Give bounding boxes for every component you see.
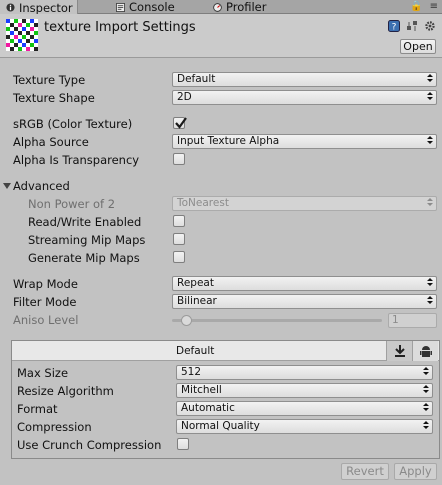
- compression-value: Normal Quality: [181, 420, 260, 432]
- platform-tab-standalone[interactable]: [386, 341, 412, 361]
- android-icon: [420, 346, 432, 357]
- wrap-mode-label: Wrap Mode: [13, 277, 78, 291]
- texture-shape-dropdown[interactable]: 2D: [172, 90, 437, 105]
- alpha-source-value: Input Texture Alpha: [177, 135, 280, 147]
- info-icon: [6, 3, 15, 12]
- aniso-level-slider-thumb: [181, 315, 192, 326]
- format-value: Automatic: [181, 402, 235, 414]
- texture-shape-value: 2D: [177, 91, 192, 103]
- texture-type-label: Texture Type: [13, 73, 86, 87]
- apply-button[interactable]: Apply: [394, 463, 437, 480]
- wrap-mode-dropdown[interactable]: Repeat: [172, 276, 437, 291]
- platform-tab-android[interactable]: [412, 341, 438, 361]
- use-crunch-label: Use Crunch Compression: [17, 438, 162, 452]
- generate-mip-label: Generate Mip Maps: [28, 251, 140, 265]
- aniso-level-label: Aniso Level: [13, 313, 79, 327]
- filter-mode-value: Bilinear: [177, 295, 217, 307]
- non-power-of-2-dropdown: ToNearest: [172, 196, 437, 211]
- dropdown-arrow-icon: [427, 277, 433, 291]
- dropdown-arrow-icon: [427, 295, 433, 309]
- generate-mip-checkbox[interactable]: [173, 251, 185, 263]
- wrap-mode-value: Repeat: [177, 277, 214, 289]
- alpha-source-dropdown[interactable]: Input Texture Alpha: [172, 134, 437, 149]
- platform-tab-default[interactable]: Default: [176, 345, 214, 357]
- max-size-label: Max Size: [17, 366, 69, 380]
- svg-text:?: ?: [392, 23, 397, 33]
- dropdown-arrow-icon: [423, 402, 429, 416]
- advanced-foldout-label[interactable]: Advanced: [13, 179, 70, 193]
- open-button[interactable]: Open: [400, 39, 436, 54]
- help-icon[interactable]: ?: [388, 20, 400, 32]
- check-mark-icon: [175, 117, 187, 129]
- resize-algorithm-dropdown[interactable]: Mitchell: [176, 383, 433, 398]
- dropdown-arrow-icon: [423, 366, 429, 380]
- tab-profiler-label: Profiler: [226, 0, 267, 14]
- tab-inspector-label: Inspector: [19, 0, 73, 15]
- use-crunch-checkbox[interactable]: [177, 438, 189, 450]
- max-size-dropdown[interactable]: 512: [176, 365, 433, 380]
- read-write-label: Read/Write Enabled: [28, 215, 142, 229]
- texture-thumbnail: [6, 19, 38, 51]
- inspector-header: texture Import Settings ? Open: [0, 14, 442, 58]
- dropdown-arrow-icon: [427, 135, 433, 149]
- filter-mode-dropdown[interactable]: Bilinear: [172, 294, 437, 309]
- profiler-icon: [213, 2, 222, 12]
- alpha-is-transparency-label: Alpha Is Transparency: [13, 153, 140, 167]
- texture-type-dropdown[interactable]: Default: [172, 72, 437, 87]
- non-power-of-2-label: Non Power of 2: [28, 197, 116, 211]
- tab-inspector[interactable]: Inspector: [0, 0, 78, 15]
- foldout-arrow-icon[interactable]: [3, 183, 11, 189]
- tab-profiler[interactable]: Profiler: [213, 0, 267, 14]
- compression-label: Compression: [17, 420, 92, 434]
- platform-tabs-header: Default: [12, 341, 439, 361]
- aniso-level-field: 1: [388, 313, 437, 328]
- page-title: texture Import Settings: [44, 20, 196, 35]
- max-size-value: 512: [181, 366, 202, 378]
- filter-mode-label: Filter Mode: [13, 295, 77, 309]
- compression-dropdown[interactable]: Normal Quality: [176, 419, 433, 434]
- dropdown-arrow-icon: [427, 91, 433, 105]
- srgb-checkbox[interactable]: [173, 117, 187, 129]
- dropdown-arrow-icon: [427, 197, 433, 211]
- streaming-mip-label: Streaming Mip Maps: [28, 233, 146, 247]
- download-icon: [395, 345, 405, 357]
- gear-icon[interactable]: [424, 20, 436, 32]
- texture-type-value: Default: [177, 73, 216, 85]
- revert-button[interactable]: Revert: [341, 463, 389, 480]
- tab-console[interactable]: Console: [116, 0, 175, 14]
- format-dropdown[interactable]: Automatic: [176, 401, 433, 416]
- aniso-level-slider-track: [172, 319, 382, 322]
- dropdown-arrow-icon: [423, 384, 429, 398]
- texture-shape-label: Texture Shape: [13, 91, 95, 105]
- context-menu-icon[interactable]: ≡: [430, 1, 438, 12]
- console-icon: [116, 2, 125, 12]
- alpha-is-transparency-checkbox[interactable]: [173, 153, 185, 165]
- non-power-of-2-value: ToNearest: [177, 197, 229, 209]
- dropdown-arrow-icon: [423, 420, 429, 434]
- resize-algorithm-value: Mitchell: [181, 384, 222, 396]
- resize-algorithm-label: Resize Algorithm: [17, 384, 114, 398]
- tab-console-label: Console: [129, 0, 175, 14]
- dropdown-arrow-icon: [427, 73, 433, 87]
- srgb-label: sRGB (Color Texture): [13, 117, 133, 131]
- window-tab-bar: Inspector Console Profiler 🔒 ≡: [0, 0, 442, 15]
- read-write-checkbox[interactable]: [173, 215, 185, 227]
- preset-icon[interactable]: [406, 20, 418, 32]
- lock-icon[interactable]: 🔒: [410, 1, 422, 12]
- format-label: Format: [17, 402, 58, 416]
- tab-menu[interactable]: 🔒 ≡: [410, 1, 438, 12]
- alpha-source-label: Alpha Source: [13, 135, 89, 149]
- streaming-mip-checkbox[interactable]: [173, 233, 185, 245]
